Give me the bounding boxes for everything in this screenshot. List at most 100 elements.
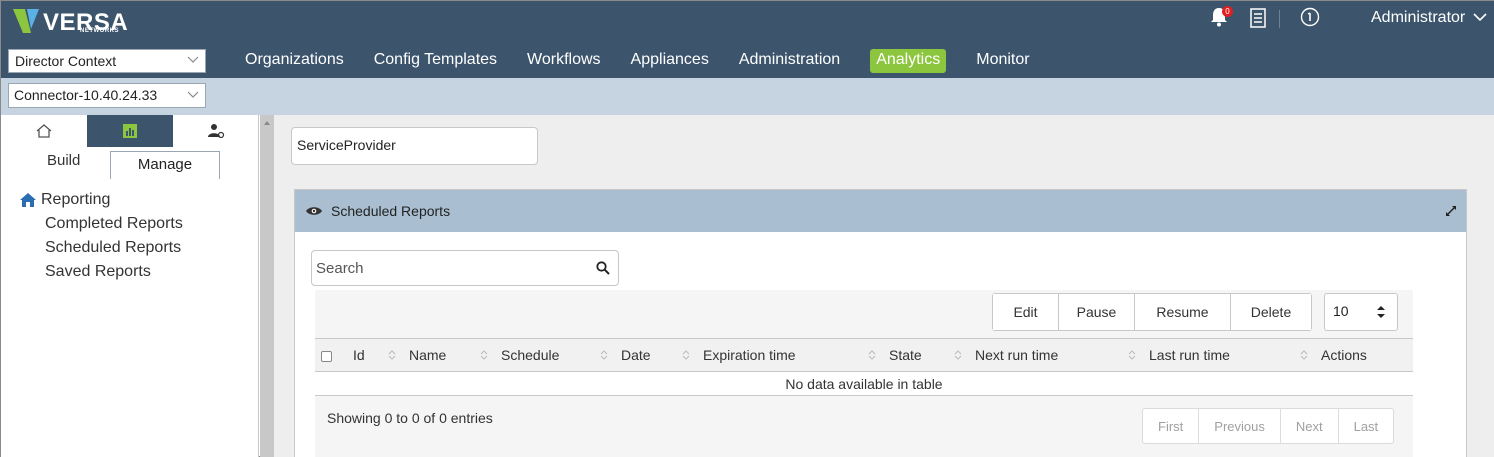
connector-select[interactable]: Connector-10.40.24.33 bbox=[8, 83, 206, 108]
versa-logo-mark-icon bbox=[13, 9, 39, 33]
director-context-select[interactable]: Director Context bbox=[8, 49, 206, 73]
nav-workflows[interactable]: Workflows bbox=[527, 48, 601, 76]
resume-button[interactable]: Resume bbox=[1135, 294, 1231, 330]
page-size-value: 10 bbox=[1333, 303, 1349, 319]
sort-icon bbox=[954, 350, 962, 360]
chevron-down-icon bbox=[1473, 13, 1487, 22]
sort-icon bbox=[388, 350, 396, 360]
left-panel-tabs bbox=[1, 115, 259, 147]
nav-config-templates[interactable]: Config Templates bbox=[374, 48, 497, 76]
col-last-run-label: Last run time bbox=[1149, 347, 1230, 363]
col-schedule[interactable]: Schedule bbox=[495, 338, 615, 372]
tab-user-settings[interactable] bbox=[173, 115, 259, 147]
edit-button[interactable]: Edit bbox=[993, 294, 1059, 330]
tree-item-saved-reports[interactable]: Saved Reports bbox=[45, 263, 151, 281]
pager-previous-button[interactable]: Previous bbox=[1199, 409, 1281, 443]
notifications-bell-icon[interactable]: 0 bbox=[1210, 6, 1234, 29]
delete-button[interactable]: Delete bbox=[1231, 294, 1311, 330]
col-expiration-time[interactable]: Expiration time bbox=[697, 338, 883, 372]
main-nav: Organizations Config Templates Workflows… bbox=[245, 48, 1060, 76]
col-name[interactable]: Name bbox=[403, 338, 495, 372]
search-box bbox=[311, 250, 619, 286]
top-header: VERSA NETWORKS Director Context Organiza… bbox=[1, 1, 1494, 78]
nav-administration[interactable]: Administration bbox=[739, 48, 840, 76]
col-id[interactable]: Id bbox=[347, 338, 403, 372]
subtab-manage[interactable]: Manage bbox=[110, 151, 220, 179]
expand-icon[interactable] bbox=[1444, 204, 1458, 218]
home-icon bbox=[20, 193, 36, 207]
action-button-group: Edit Pause Resume Delete bbox=[992, 293, 1312, 331]
col-actions: Actions bbox=[1315, 338, 1413, 372]
connector-value: Connector-10.40.24.33 bbox=[14, 87, 158, 103]
col-actions-label: Actions bbox=[1321, 347, 1367, 363]
search-input[interactable] bbox=[312, 251, 582, 285]
chevron-down-icon bbox=[187, 89, 199, 99]
pager-first-button[interactable]: First bbox=[1143, 409, 1200, 443]
panel-title: Scheduled Reports bbox=[331, 203, 451, 219]
organization-select[interactable]: ServiceProvider bbox=[291, 127, 538, 165]
pause-button[interactable]: Pause bbox=[1059, 294, 1135, 330]
col-name-label: Name bbox=[409, 347, 447, 363]
organization-value: ServiceProvider bbox=[297, 137, 396, 153]
col-state[interactable]: State bbox=[883, 338, 969, 372]
tab-home[interactable] bbox=[1, 115, 87, 147]
info-icon[interactable] bbox=[1300, 7, 1322, 29]
panel-splitter[interactable] bbox=[260, 115, 274, 457]
tab-analytics[interactable] bbox=[87, 115, 173, 147]
tree-item-scheduled-reports[interactable]: Scheduled Reports bbox=[45, 239, 181, 257]
select-all-header bbox=[315, 338, 347, 372]
user-gear-icon bbox=[208, 124, 225, 139]
sort-icon bbox=[600, 350, 608, 360]
sort-icon bbox=[868, 350, 876, 360]
pager-next-button[interactable]: Next bbox=[1281, 409, 1339, 443]
up-down-arrow-icon bbox=[1377, 306, 1385, 318]
nav-appliances[interactable]: Appliances bbox=[631, 48, 709, 76]
header-separator bbox=[1279, 10, 1280, 28]
table-toolbar: Edit Pause Resume Delete 10 bbox=[315, 290, 1413, 338]
sort-icon bbox=[1128, 350, 1136, 360]
subtab-build[interactable]: Build bbox=[47, 152, 80, 169]
col-date[interactable]: Date bbox=[615, 338, 697, 372]
tree-root-reporting[interactable]: Reporting bbox=[19, 191, 110, 209]
search-icon[interactable] bbox=[596, 261, 610, 275]
user-menu[interactable]: Administrator bbox=[1371, 9, 1487, 27]
context-subbar: Connector-10.40.24.33 bbox=[1, 78, 1494, 115]
select-all-checkbox[interactable] bbox=[321, 350, 332, 362]
nav-organizations[interactable]: Organizations bbox=[245, 48, 344, 76]
home-outline-icon bbox=[36, 124, 52, 138]
empty-table-message: No data available in table bbox=[315, 371, 1413, 396]
tree-root-label: Reporting bbox=[41, 191, 111, 208]
sort-icon bbox=[682, 350, 690, 360]
left-panel-subtabs: Build Manage bbox=[1, 147, 259, 179]
chevron-down-icon bbox=[187, 54, 199, 64]
table-footer: Showing 0 to 0 of 0 entries First Previo… bbox=[315, 396, 1413, 457]
sort-icon bbox=[1300, 350, 1308, 360]
nav-analytics[interactable]: Analytics bbox=[870, 49, 947, 73]
page-size-select[interactable]: 10 bbox=[1324, 293, 1398, 331]
col-expiration-label: Expiration time bbox=[703, 347, 796, 363]
col-schedule-label: Schedule bbox=[501, 347, 560, 363]
eye-icon bbox=[306, 207, 322, 215]
collapse-arrow-icon[interactable] bbox=[263, 119, 271, 127]
pagination: First Previous Next Last bbox=[1142, 408, 1395, 444]
col-last-run-time[interactable]: Last run time bbox=[1143, 338, 1315, 372]
scheduled-reports-panel: Scheduled Reports Edit Pause Resume Dele… bbox=[294, 189, 1467, 457]
scheduled-reports-table: Id Name Schedule Date Expiration time St… bbox=[315, 338, 1413, 396]
chart-icon bbox=[123, 124, 137, 138]
col-id-label: Id bbox=[353, 347, 365, 363]
versa-logo[interactable]: VERSA bbox=[13, 7, 128, 37]
panel-header: Scheduled Reports bbox=[295, 190, 1466, 232]
nav-monitor[interactable]: Monitor bbox=[976, 48, 1029, 76]
col-next-run-time[interactable]: Next run time bbox=[969, 338, 1143, 372]
col-date-label: Date bbox=[621, 347, 651, 363]
main-content: ServiceProvider Scheduled Reports Edit P… bbox=[274, 115, 1494, 457]
entries-info: Showing 0 to 0 of 0 entries bbox=[327, 410, 493, 426]
tasks-list-icon[interactable] bbox=[1250, 8, 1268, 28]
table-header-row: Id Name Schedule Date Expiration time St… bbox=[315, 338, 1413, 372]
notification-badge: 0 bbox=[1222, 6, 1233, 17]
left-panel: Build Manage Reporting Completed Reports… bbox=[1, 115, 259, 457]
col-state-label: State bbox=[889, 347, 922, 363]
director-context-value: Director Context bbox=[15, 53, 117, 69]
pager-last-button[interactable]: Last bbox=[1339, 409, 1394, 443]
tree-item-completed-reports[interactable]: Completed Reports bbox=[45, 215, 183, 233]
